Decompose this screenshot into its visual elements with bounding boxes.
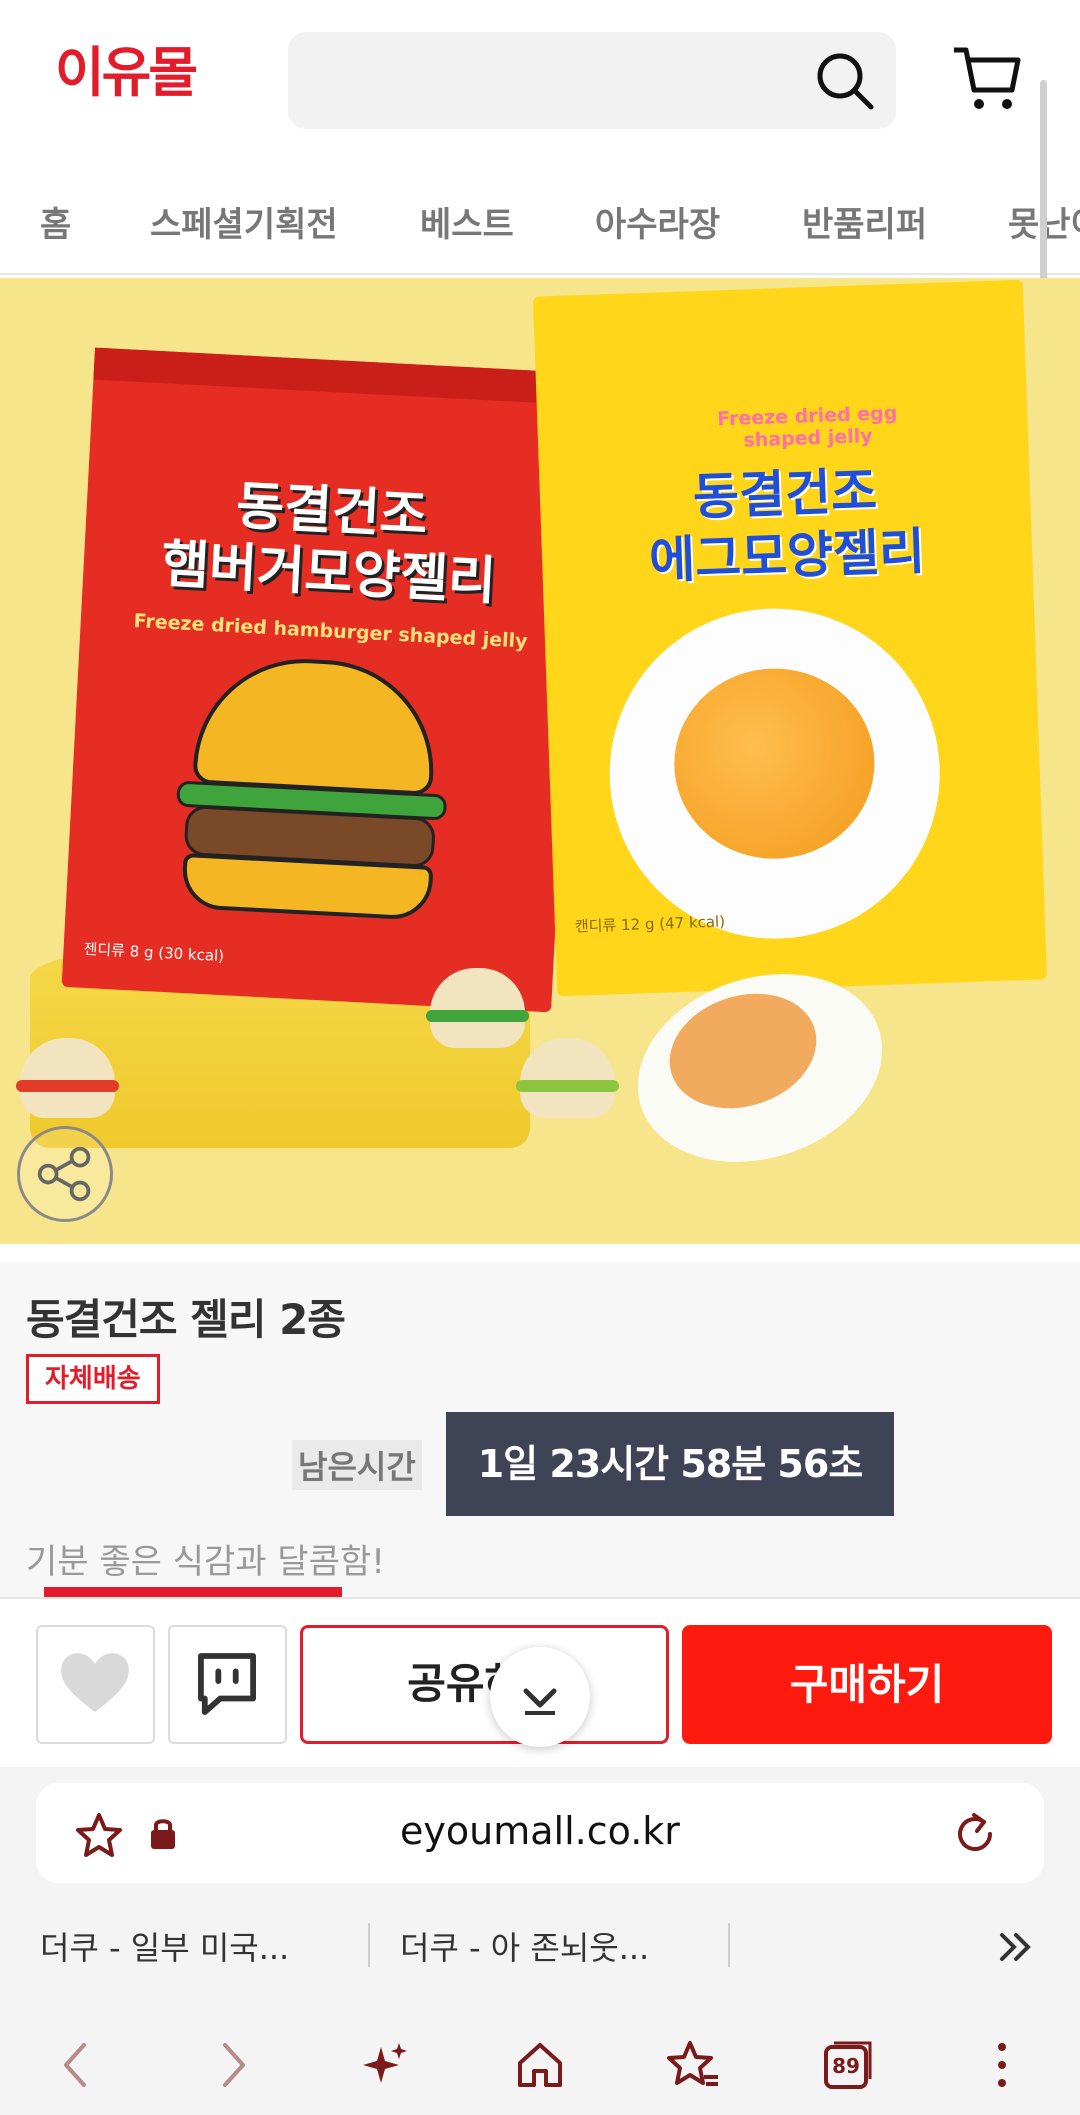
bag-title: 동결건조 에그모양젤리 [648,461,927,590]
mini-burger-jelly [426,968,529,1048]
tabs-icon[interactable]: 89 [820,2037,876,2093]
tab-count: 89 [832,2054,860,2078]
search-input[interactable] [288,32,896,129]
reload-icon[interactable] [950,1809,1000,1859]
inquiry-button[interactable] [168,1625,287,1744]
purchase-action-bar: 공유하기 구매하기 [0,1597,1080,1767]
hamburger-jelly-bag: 동결건조 햄버거모양젤리 Freeze dried hamburger shap… [61,347,585,1013]
double-chevron-right-icon[interactable] [996,1927,1036,1967]
chat-icon [198,1653,257,1715]
back-icon[interactable] [48,2037,104,2093]
mini-burger-jelly [516,1038,619,1118]
app-header: 이유몰 [0,0,1080,160]
browser-chrome: eyoumall.co.kr 더쿠 - 일부 미국... 더쿠 - 아 존뇌웃.… [0,1767,1080,2115]
nav-item-special[interactable]: 스페셜기획전 [150,197,338,246]
share-icon[interactable] [17,1126,113,1222]
sparkle-icon[interactable] [357,2037,413,2093]
url-text[interactable]: eyoumall.co.kr [36,1809,1044,1853]
forward-icon[interactable] [205,2037,261,2093]
category-nav: 홈 스페셜기획전 베스트 아수라장 반품리퍼 못난이 [0,180,1080,275]
delivery-badge: 자체배송 [26,1354,160,1404]
burger-illustration [192,653,439,796]
browser-bottom-nav: 89 [0,2015,1080,2115]
product-title: 동결건조 젤리 2종 [26,1295,346,1344]
tab-chip[interactable]: 더쿠 - 일부 미국... [40,1923,289,1969]
open-tabs-row: 더쿠 - 일부 미국... 더쿠 - 아 존뇌웃... [0,1907,1080,1987]
nav-item-refurb[interactable]: 반품리퍼 [802,197,927,246]
nav-item-home[interactable]: 홈 [40,197,71,246]
product-image: 동결건조 햄버거모양젤리 Freeze dried hamburger shap… [0,278,1080,1244]
bag-title: 동결건조 햄버거모양젤리 [159,476,498,612]
remaining-time-label: 남은시간 [292,1440,422,1490]
share-button[interactable]: 공유하기 [300,1625,669,1744]
egg-jelly-bag: Freeze dried egg shaped jelly 동결건조 에그모양젤… [532,279,1048,997]
tab-chip[interactable]: 더쿠 - 아 존뇌웃... [400,1923,649,1969]
bag-subtitle: Freeze dried egg shaped jelly [716,402,898,452]
address-bar[interactable]: eyoumall.co.kr [36,1783,1044,1883]
chevron-down-icon [523,1688,557,1715]
logo[interactable]: 이유몰 [55,28,198,107]
collapse-button[interactable] [490,1647,590,1747]
tab-indicator [44,1587,342,1597]
countdown-timer: 1일 23시간 58분 56초 [446,1412,894,1516]
wishlist-button[interactable] [36,1625,155,1744]
mini-burger-jelly [16,1038,119,1118]
bag-kcal: 젠디류 8 g (30 kcal) [83,939,225,966]
bag-subtitle: Freeze dried hamburger shaped jelly [133,610,529,653]
cart-icon[interactable] [952,44,1022,114]
buy-button[interactable]: 구매하기 [682,1625,1052,1744]
search-icon[interactable] [814,50,876,112]
more-menu-icon[interactable] [974,2037,1030,2093]
heart-icon [61,1653,129,1713]
home-icon[interactable] [512,2037,568,2093]
nav-item-asura[interactable]: 아수라장 [595,197,720,246]
product-info: 동결건조 젤리 2종 자체배송 남은시간 1일 23시간 58분 56초 기분 … [0,1262,1080,1597]
product-tagline: 기분 좋은 식감과 달콤함! [26,1542,385,1582]
bookmarks-icon[interactable] [666,2037,722,2093]
bag-kcal: 캔디류 12 g (47 kcal) [574,912,726,936]
nav-item-best[interactable]: 베스트 [420,197,514,246]
